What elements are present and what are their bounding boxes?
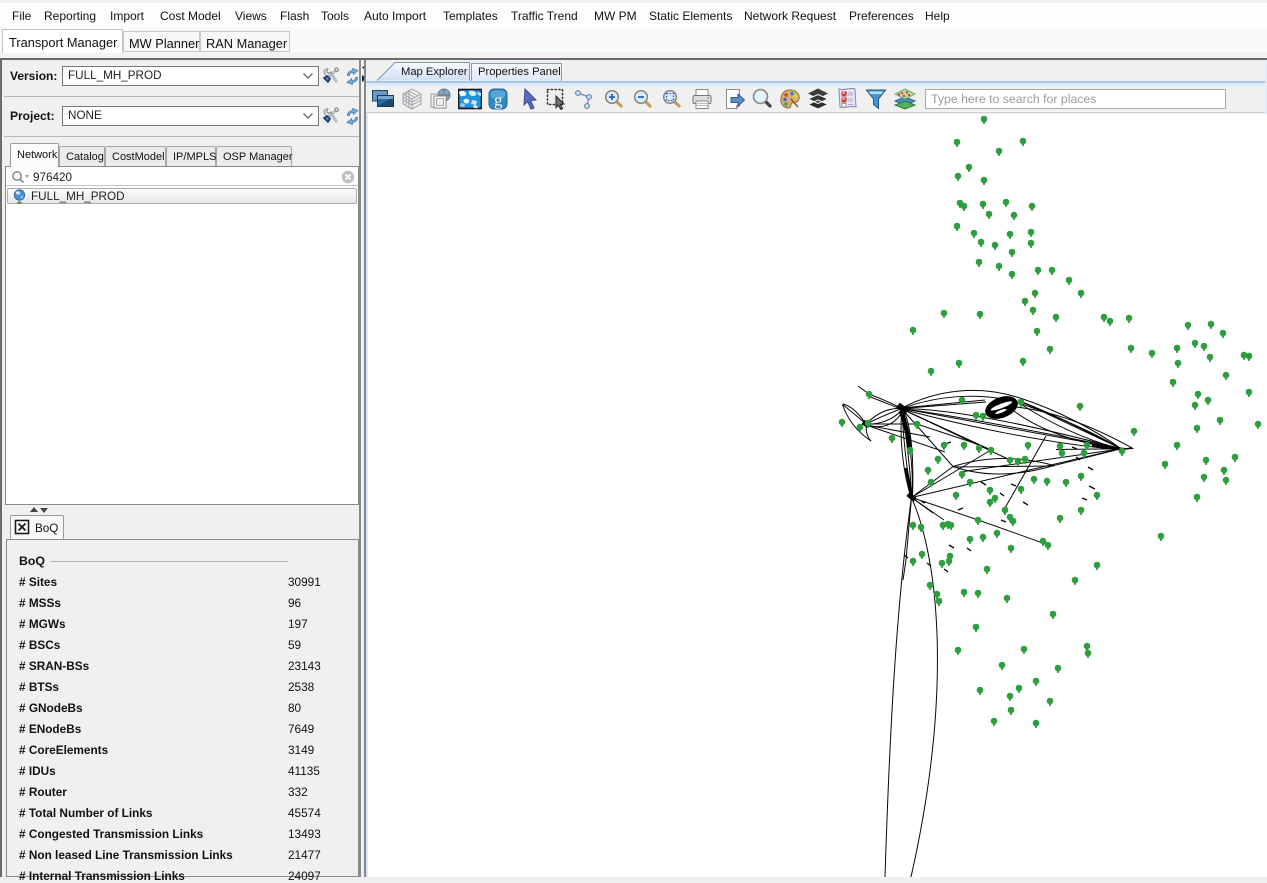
svg-text:g: g (494, 91, 503, 110)
